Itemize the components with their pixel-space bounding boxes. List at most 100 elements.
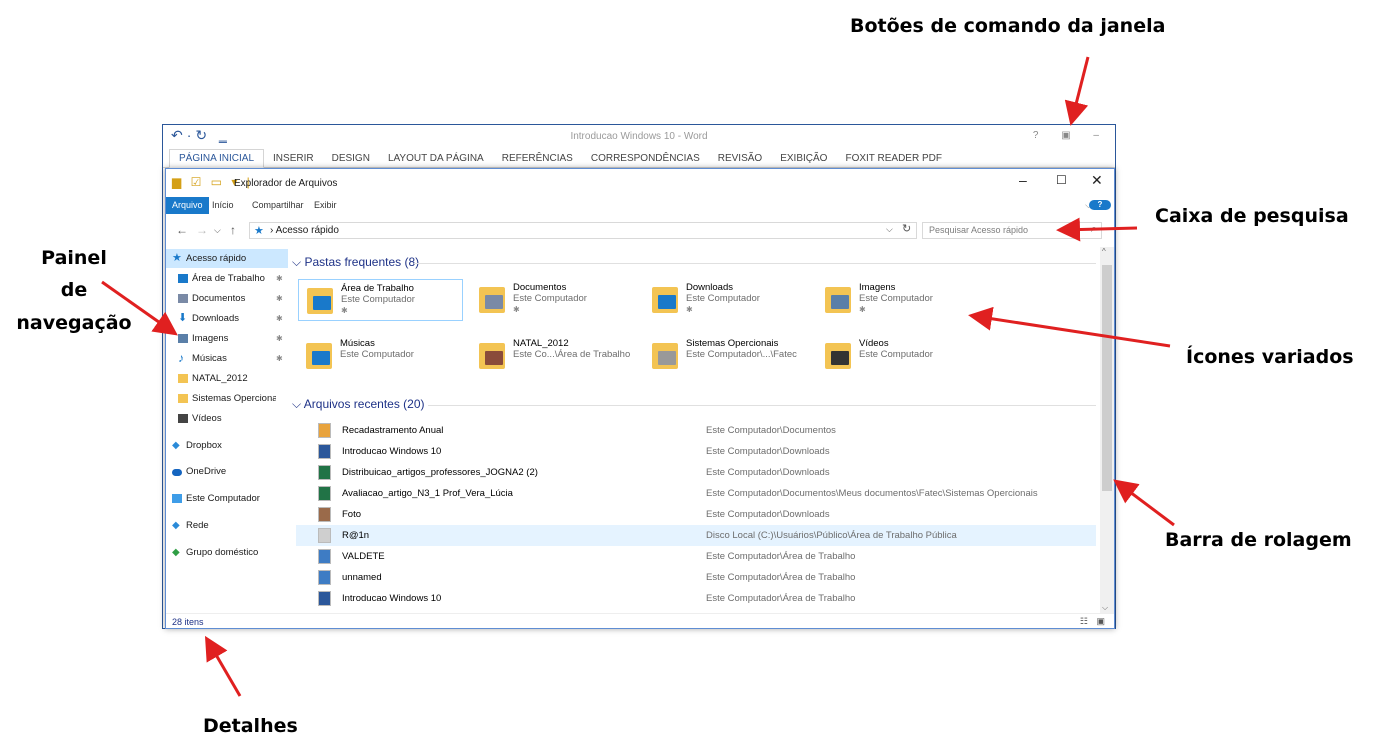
download-arrow-icon: ⬇: [178, 312, 188, 324]
nav-item[interactable]: Este Computador: [166, 489, 288, 508]
frequent-folder-tile[interactable]: Músicas Este Computador: [298, 335, 463, 377]
address-field[interactable]: ★ › Acesso rápido: [249, 222, 917, 239]
menu-item[interactable]: Compartilhar: [246, 197, 310, 214]
content-pane: ⌵ Pastas frequentes (8) ⌵ Arquivos recen…: [288, 247, 1100, 613]
recent-locations-icon[interactable]: ⌵: [214, 225, 221, 236]
maximize-icon[interactable]: ☐: [1056, 173, 1067, 187]
recent-file-name: R@1n: [342, 530, 370, 541]
nav-item[interactable]: ◆ Dropbox: [166, 436, 288, 455]
folder-name: Área de Trabalho: [341, 283, 414, 294]
recent-file-row[interactable]: Introducao Windows 10 Este Computador\Dow…: [296, 441, 1096, 462]
nav-item[interactable]: NATAL_2012: [166, 369, 288, 388]
folder-icon: [178, 394, 188, 403]
frequent-folder-tile[interactable]: Sistemas Opercionais Este Computador\...\…: [644, 335, 809, 377]
pin-icon[interactable]: ✱: [276, 289, 283, 308]
word-tab[interactable]: REFERÊNCIAS: [493, 150, 582, 167]
pin-icon[interactable]: ✱: [276, 329, 283, 348]
pin-icon[interactable]: ✱: [276, 349, 283, 368]
picture-icon: [178, 334, 188, 343]
word-tab[interactable]: FOXIT READER PDF: [836, 150, 951, 167]
minimize-icon[interactable]: –: [1019, 172, 1027, 188]
menu-item[interactable]: Arquivo: [166, 197, 209, 214]
address-dropdown-icon[interactable]: ⌵: [886, 224, 893, 235]
frequent-folder-tile[interactable]: Vídeos Este Computador: [817, 335, 982, 377]
blank-file-icon: [318, 528, 331, 543]
word-file-icon: [318, 444, 331, 459]
nav-item[interactable]: ★ Acesso rápido: [166, 249, 288, 268]
frequent-folder-tile[interactable]: Downloads Este Computador ✱: [644, 279, 809, 321]
nav-item-label: Dropbox: [186, 440, 222, 451]
frequent-folder-tile[interactable]: Imagens Este Computador ✱: [817, 279, 982, 321]
word-tab[interactable]: DESIGN: [323, 150, 379, 167]
word-tab[interactable]: EXIBIÇÃO: [771, 150, 836, 167]
address-value: Acesso rápido: [275, 225, 339, 236]
word-window-controls[interactable]: ? ▣ –: [1033, 130, 1109, 141]
pin-icon[interactable]: ✱: [686, 305, 693, 314]
recent-file-row[interactable]: Distribuicao_artigos_professores_JOGNA2 …: [296, 462, 1096, 483]
folder-location: Este Computador: [341, 294, 415, 305]
pin-icon[interactable]: ✱: [513, 305, 520, 314]
recent-file-row[interactable]: R@1n Disco Local (C:)\Usuários\Público\Ár…: [296, 525, 1096, 546]
up-arrow-icon[interactable]: ↑: [230, 223, 236, 237]
nav-item[interactable]: ◆ Grupo doméstico: [166, 543, 288, 562]
recent-file-row[interactable]: Avaliacao_artigo_N3_1 Prof_Vera_Lúcia Est…: [296, 483, 1096, 504]
view-toggle-icons[interactable]: ☷ ▣: [1080, 616, 1108, 627]
nav-item[interactable]: Área de Trabalho ✱: [166, 269, 288, 288]
scroll-up-icon[interactable]: ^: [1102, 247, 1106, 256]
recent-files-label: Arquivos recentes (20): [303, 397, 425, 411]
nav-item-label: Este Computador: [186, 493, 260, 504]
recent-files-header[interactable]: ⌵ Arquivos recentes (20): [292, 397, 425, 412]
nav-item-label: NATAL_2012: [192, 373, 248, 384]
recent-file-path: Este Computador\Documentos\Meus document…: [706, 488, 1038, 499]
pin-icon[interactable]: ✱: [276, 269, 283, 288]
cloud-icon: [172, 469, 182, 476]
recent-file-row[interactable]: Recadastramento Anual Este Computador\Doc…: [296, 420, 1096, 441]
refresh-icon[interactable]: ↻: [902, 222, 911, 235]
help-icon[interactable]: ?: [1089, 200, 1111, 210]
forward-arrow-icon[interactable]: →: [196, 223, 208, 237]
folder-name: Músicas: [340, 338, 375, 349]
star-icon: ★: [172, 252, 182, 264]
frequent-folders-header[interactable]: ⌵ Pastas frequentes (8): [292, 255, 419, 270]
back-arrow-icon[interactable]: ←: [176, 223, 188, 237]
word-tab[interactable]: LAYOUT DA PÁGINA: [379, 150, 493, 167]
nav-item[interactable]: ◆ Rede: [166, 516, 288, 535]
nav-item[interactable]: Sistemas Opercionais: [166, 389, 288, 408]
menu-item[interactable]: Exibir: [308, 197, 343, 214]
folder-location: Este Computador: [686, 293, 760, 304]
pin-icon[interactable]: ✱: [341, 306, 348, 315]
word-tab[interactable]: INSERIR: [264, 150, 323, 167]
menu-item[interactable]: Início: [206, 197, 240, 214]
folder-icon: [178, 374, 188, 383]
nav-item[interactable]: Vídeos: [166, 409, 288, 428]
nav-item[interactable]: ⬇ Downloads ✱: [166, 309, 288, 328]
frequent-folder-tile[interactable]: Documentos Este Computador ✱: [471, 279, 636, 321]
nav-item[interactable]: Imagens ✱: [166, 329, 288, 348]
scrollbar-thumb[interactable]: [1102, 265, 1112, 491]
recent-file-row[interactable]: VALDETE Este Computador\Área de Trabalho: [296, 546, 1096, 567]
word-tab[interactable]: PÁGINA INICIAL: [169, 149, 265, 168]
word-tab[interactable]: CORRESPONDÊNCIAS: [582, 150, 709, 167]
nav-item[interactable]: OneDrive: [166, 462, 288, 481]
frequent-folder-tile[interactable]: NATAL_2012 Este Co...\Área de Trabalho: [471, 335, 636, 377]
recent-file-row[interactable]: Foto Este Computador\Downloads: [296, 504, 1096, 525]
recent-file-row[interactable]: unnamed Este Computador\Área de Trabalho: [296, 567, 1096, 588]
scroll-down-icon[interactable]: ⌵: [1102, 603, 1108, 613]
recent-file-name: unnamed: [342, 572, 382, 583]
address-text: › Acesso rápido: [270, 225, 339, 236]
search-icon[interactable]: ⌕: [1091, 223, 1097, 236]
pin-icon[interactable]: ✱: [859, 305, 866, 314]
frequent-folder-tile[interactable]: Área de Trabalho Este Computador ✱: [298, 279, 463, 321]
vertical-scrollbar[interactable]: ^ ⌵: [1100, 247, 1114, 613]
annotation-window-buttons: Botões de comando da janela: [850, 15, 1166, 37]
recent-file-row[interactable]: Introducao Windows 10 Este Computador\Áre…: [296, 588, 1096, 609]
pictures-folder-icon: [825, 283, 853, 315]
word-tab[interactable]: REVISÃO: [709, 150, 771, 167]
word-ribbon-tabs: PÁGINA INICIAL INSERIR DESIGN LAYOUT DA PÁG…: [163, 149, 1115, 168]
search-input[interactable]: Pesquisar Acesso rápido ⌕: [922, 222, 1102, 239]
explorer-window: ▆ ☑ ▭ ▾ | Explorador de Arquivos – ☐ ✕ ⌵…: [165, 168, 1115, 629]
pin-icon[interactable]: ✱: [276, 309, 283, 328]
close-icon[interactable]: ✕: [1091, 172, 1103, 189]
nav-item[interactable]: ♪ Músicas ✱: [166, 349, 288, 368]
nav-item[interactable]: Documentos ✱: [166, 289, 288, 308]
